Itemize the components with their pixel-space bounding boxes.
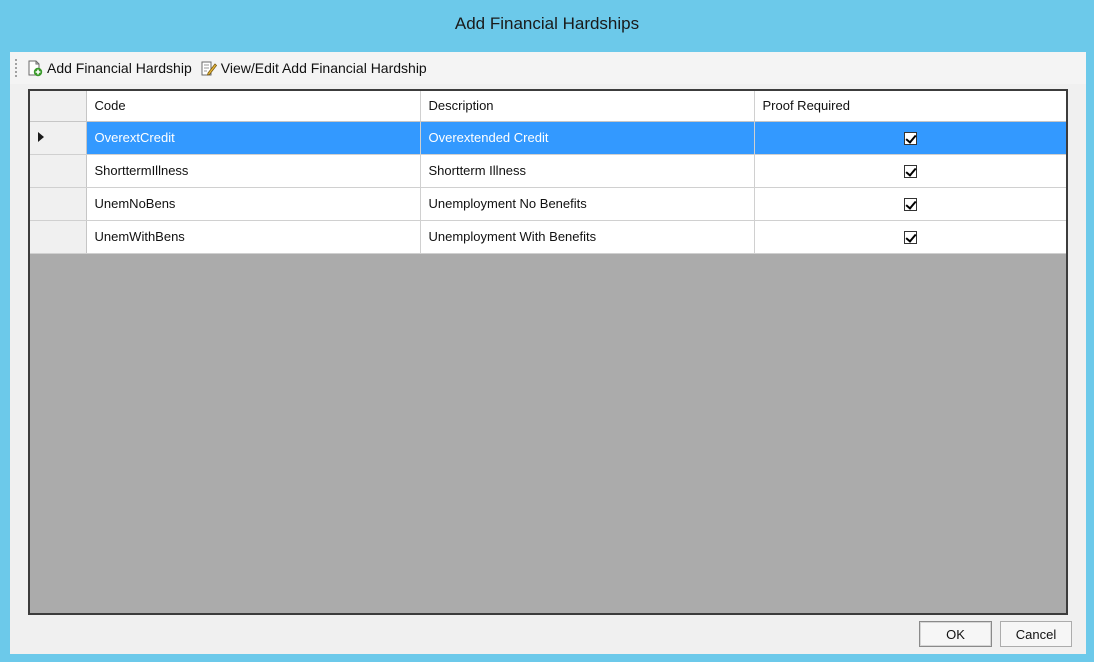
description-cell[interactable]: Unemployment With Benefits [420, 220, 755, 254]
dialog-window: Add Financial Hardships Add Financial Ha… [0, 0, 1094, 662]
row-header[interactable] [30, 121, 87, 155]
dialog-body: Add Financial Hardship View/Edit Add Fin… [10, 52, 1086, 654]
code-cell[interactable]: ShorttermIllness [86, 154, 421, 188]
view-edit-financial-hardship-label: View/Edit Add Financial Hardship [220, 60, 427, 76]
column-header-proof-required[interactable]: Proof Required [754, 91, 1066, 122]
view-edit-financial-hardship-button[interactable]: View/Edit Add Financial Hardship [198, 56, 433, 80]
table-row[interactable]: OverextCredit Overextended Credit [30, 121, 1066, 155]
table-row[interactable]: UnemWithBens Unemployment With Benefits [30, 220, 1066, 254]
toolbar-grip[interactable] [14, 58, 18, 78]
toolbar: Add Financial Hardship View/Edit Add Fin… [10, 52, 1086, 84]
code-cell[interactable]: UnemNoBens [86, 187, 421, 221]
proof-required-checkbox[interactable] [903, 165, 917, 179]
row-header[interactable] [30, 187, 87, 221]
edit-document-icon [200, 60, 217, 77]
table-row[interactable]: UnemNoBens Unemployment No Benefits [30, 187, 1066, 221]
add-financial-hardship-button[interactable]: Add Financial Hardship [24, 56, 198, 80]
proof-required-checkbox[interactable] [903, 198, 917, 212]
proof-required-cell[interactable] [754, 154, 1066, 188]
proof-required-cell[interactable] [754, 187, 1066, 221]
description-cell[interactable]: Overextended Credit [420, 121, 755, 155]
proof-required-cell[interactable] [754, 121, 1066, 155]
description-cell[interactable]: Shortterm Illness [420, 154, 755, 188]
description-cell[interactable]: Unemployment No Benefits [420, 187, 755, 221]
ok-button[interactable]: OK [919, 621, 992, 647]
title-bar: Add Financial Hardships [0, 0, 1094, 48]
table-row[interactable]: ShorttermIllness Shortterm Illness [30, 154, 1066, 188]
hardships-table: Code Description Proof Required OverextC… [30, 91, 1066, 254]
cancel-button[interactable]: Cancel [1000, 621, 1072, 647]
column-header-description[interactable]: Description [420, 91, 755, 122]
hardships-grid[interactable]: Code Description Proof Required OverextC… [28, 89, 1068, 615]
column-header-code[interactable]: Code [86, 91, 421, 122]
current-row-arrow-icon [38, 132, 44, 142]
add-document-icon [26, 60, 43, 77]
code-cell[interactable]: OverextCredit [86, 121, 421, 155]
window-title: Add Financial Hardships [454, 14, 640, 33]
code-cell[interactable]: UnemWithBens [86, 220, 421, 254]
grid-corner-header[interactable] [30, 91, 87, 122]
proof-required-checkbox[interactable] [903, 132, 917, 146]
proof-required-checkbox[interactable] [903, 231, 917, 245]
add-financial-hardship-label: Add Financial Hardship [47, 60, 192, 76]
row-header[interactable] [30, 154, 87, 188]
row-header[interactable] [30, 220, 87, 254]
grid-header-row: Code Description Proof Required [30, 91, 1066, 122]
proof-required-cell[interactable] [754, 220, 1066, 254]
